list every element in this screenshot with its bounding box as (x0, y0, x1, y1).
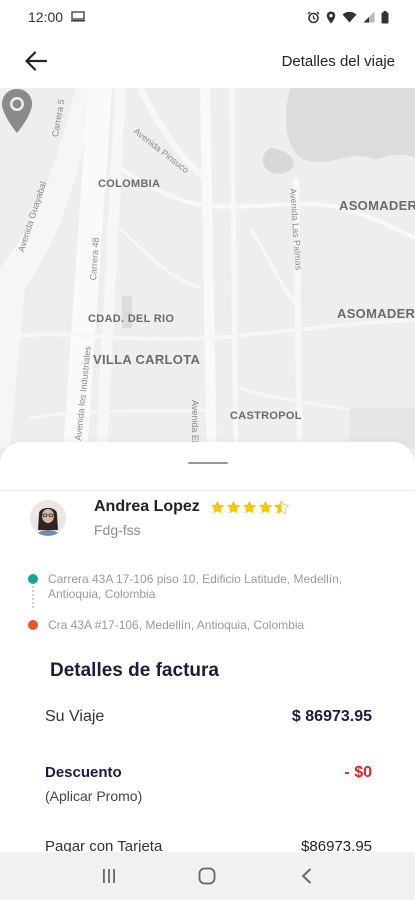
star-icon (226, 500, 241, 514)
origin-dot-icon (28, 574, 38, 584)
star-icon (210, 500, 225, 514)
trip-cost-label: Su Viaje (45, 708, 105, 725)
arrow-left-icon (25, 51, 47, 71)
route-connector (32, 586, 34, 608)
status-icons (307, 10, 389, 24)
map-label-asomadera-north: ASOMADERA (339, 198, 415, 213)
trip-cost-row: Su Viaje $ 86973.95 (45, 708, 372, 726)
avatar (30, 500, 66, 536)
recent-apps-icon (103, 869, 116, 883)
signal-icon (363, 11, 375, 23)
status-bar: 12:00 (0, 0, 415, 34)
map-label-asomadera-south: ASOMADERA (337, 306, 415, 321)
map-label-castropol: CASTROPOL (230, 410, 302, 422)
wifi-icon (342, 11, 357, 23)
trip-details-sheet[interactable]: Andrea Lopez Fdg-fss Carrera 43A 17-106 … (0, 442, 415, 862)
recent-apps-button[interactable] (89, 856, 129, 896)
location-icon (326, 11, 336, 24)
driver-name: Andrea Lopez (94, 498, 200, 515)
route-origin: Carrera 43A 17-106 piso 10, Edificio Lat… (28, 572, 388, 602)
back-icon (301, 868, 311, 884)
apply-promo-link[interactable]: (Aplicar Promo) (45, 788, 142, 804)
rating-stars (210, 500, 289, 514)
origin-address: Carrera 43A 17-106 piso 10, Edificio Lat… (48, 572, 343, 601)
sheet-divider (0, 490, 415, 491)
battery-icon (381, 10, 389, 24)
map-street-avenida-el: Avenida El (190, 400, 200, 443)
home-icon (199, 867, 216, 885)
alarm-icon (307, 11, 320, 24)
trip-cost-value: $ 86973.95 (291, 708, 372, 725)
map-label-colombia: COLOMBIA (98, 178, 161, 190)
drag-handle[interactable] (188, 462, 228, 464)
driver-card: Andrea Lopez Fdg-fss (30, 498, 289, 538)
home-button[interactable] (187, 856, 227, 896)
back-button[interactable] (22, 47, 50, 75)
trip-details-screen: 12:00 Detalles del viaje COLOMBIA ASOMAD… (0, 0, 415, 900)
half-star-icon (273, 500, 289, 514)
map-pin-icon (2, 89, 32, 133)
map-roads (0, 88, 415, 468)
discount-value: - $0 (344, 764, 372, 781)
discount-row: Descuento - $0 (45, 764, 372, 782)
status-time: 12:00 (28, 9, 64, 25)
screenshot-icon (71, 9, 86, 25)
route-destination: Cra 43A #17-106, Medellín, Antioquia, Co… (28, 618, 388, 633)
map-label-villa-carlota: VILLA CARLOTA (93, 352, 201, 367)
map-view[interactable]: COLOMBIA ASOMADERA ASOMADERA CDAD. DEL R… (0, 88, 415, 468)
system-nav-bar (0, 852, 415, 900)
map-label-cdad-del-rio: CDAD. DEL RIO (88, 313, 175, 325)
star-icon (242, 500, 257, 514)
route-summary: Carrera 43A 17-106 piso 10, Edificio Lat… (28, 572, 388, 633)
driver-vehicle-plate: Fdg-fss (94, 522, 141, 538)
discount-label: Descuento (45, 764, 122, 781)
app-bar: Detalles del viaje (0, 34, 415, 88)
destination-address: Cra 43A #17-106, Medellín, Antioquia, Co… (48, 618, 305, 632)
page-title: Detalles del viaje (281, 52, 395, 70)
invoice-title: Detalles de factura (50, 660, 219, 681)
destination-dot-icon (28, 620, 38, 630)
star-icon (258, 500, 273, 514)
system-back-button[interactable] (286, 856, 326, 896)
